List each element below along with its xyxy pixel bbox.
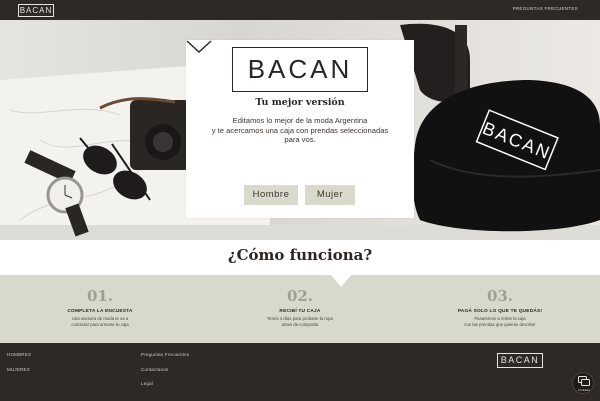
top-bar: BACAN PREGUNTAS FRECUENTES <box>0 0 600 20</box>
step-3: 03. PAGÁ SOLO LO QUE TE QUEDÁS! Pasaremo… <box>440 287 560 327</box>
step-description-line-2: contactar para armarte tu caja <box>71 321 129 327</box>
hero-description-line-3: para vos. <box>284 135 316 144</box>
hero-tagline: Tu mejor versión <box>255 97 345 108</box>
footer-link-mujeres[interactable]: MUJERES <box>7 367 30 372</box>
cap <box>412 80 600 232</box>
footer-link-faq[interactable]: Preguntas Frecuentes <box>141 352 189 357</box>
header-logo[interactable]: BACAN <box>18 4 54 17</box>
footer-link-contact[interactable]: Contactanos <box>141 367 168 372</box>
header-faq-link[interactable]: PREGUNTAS FRECUENTES <box>513 6 578 11</box>
hero-description: Editamos lo mejor de la moda Argentina y… <box>196 116 404 145</box>
mujer-button[interactable]: Mujer <box>305 185 355 205</box>
footer: HOMBRES MUJERES Preguntas Frecuentes Con… <box>0 343 600 401</box>
chevron-down-icon[interactable] <box>186 40 212 54</box>
chat-icon <box>578 376 590 386</box>
hero-description-line-2: y te acercamos una caja con prendas sele… <box>211 125 389 135</box>
step-description-line-2: antes de comprarla <box>281 321 319 327</box>
step-title: PAGÁ SOLO LO QUE TE QUEDÁS! <box>457 309 543 314</box>
step-2: 02. RECIBÍ TU CAJA Tenés 4 días para pro… <box>240 287 360 327</box>
step-number: 02. <box>286 287 314 305</box>
hero-section: BACAN BACAN Tu mejor versión Editamos lo… <box>0 20 600 240</box>
chat-button[interactable]: Contacto <box>572 372 594 394</box>
hero-description-line-1: Editamos lo mejor de la moda Argentina <box>232 116 368 125</box>
step-1: 01. COMPLETA LA ENCUESTA Una asesora de … <box>40 287 160 327</box>
chat-label: Contacto <box>577 388 590 392</box>
hombre-button[interactable]: Hombre <box>244 185 298 205</box>
how-it-works-title: ¿Cómo funciona? <box>227 246 373 264</box>
hero-logo: BACAN <box>232 47 368 92</box>
step-description-line-2: con las prendas que quieras devolver <box>464 321 536 327</box>
step-number: 03. <box>486 287 514 305</box>
step-number: 01. <box>86 287 114 305</box>
how-it-works-notch <box>331 275 351 287</box>
step-title: COMPLETA LA ENCUESTA <box>67 309 133 314</box>
footer-link-legal[interactable]: Legal <box>141 381 153 386</box>
footer-logo[interactable]: BACAN <box>497 353 543 368</box>
hero-card: BACAN Tu mejor versión Editamos lo mejor… <box>186 40 414 218</box>
footer-link-hombres[interactable]: HOMBRES <box>7 352 31 357</box>
step-title: RECIBÍ TU CAJA <box>279 309 321 314</box>
